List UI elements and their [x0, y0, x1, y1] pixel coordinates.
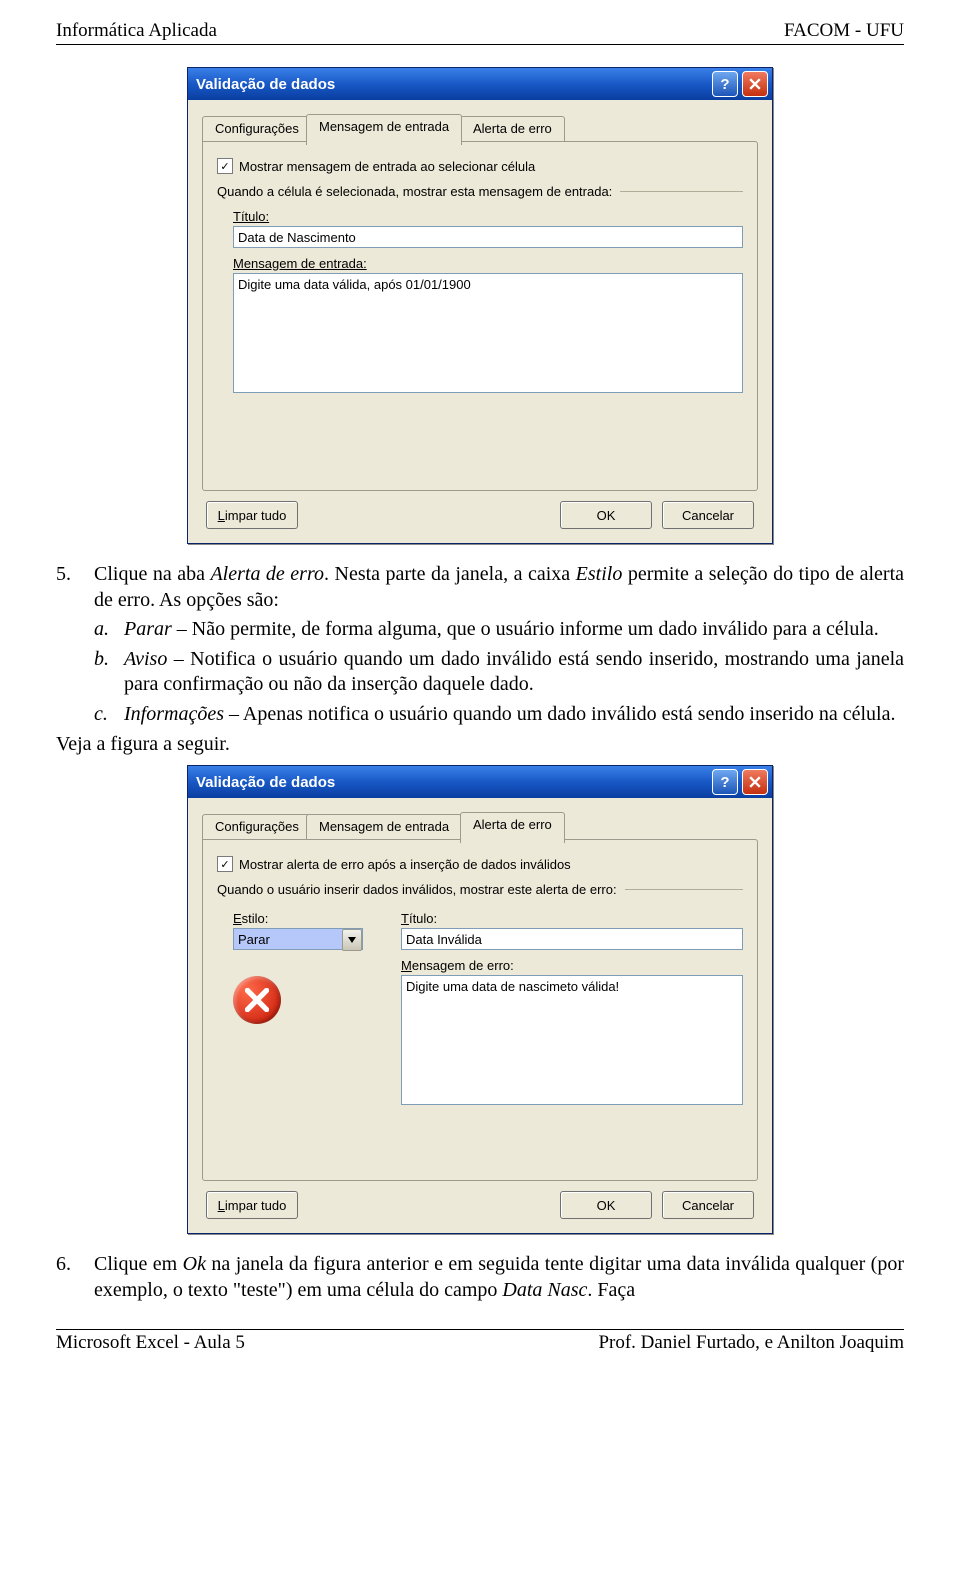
group-label: Quando a célula é selecionada, mostrar e…: [217, 184, 612, 199]
stop-error-icon: [233, 976, 281, 1024]
page-footer: Microsoft Excel - Aula 5 Prof. Daniel Fu…: [56, 1329, 904, 1356]
help-icon[interactable]: ?: [712, 769, 738, 795]
error-message-textarea[interactable]: [401, 975, 743, 1105]
title-label: Título:: [233, 209, 269, 224]
error-message-label: M: [401, 958, 412, 973]
footer-left: Microsoft Excel - Aula 5: [56, 1332, 245, 1354]
dialog-title: Validação de dados: [196, 76, 335, 93]
tabs: Configurações Mensagem de entrada Alerta…: [202, 812, 758, 840]
help-icon[interactable]: ?: [712, 71, 738, 97]
footer-right: Prof. Daniel Furtado, e Anilton Joaquim: [598, 1332, 904, 1354]
cancel-button[interactable]: Cancelar: [662, 1191, 754, 1219]
checkbox-label: Mostrar mensagem de entrada ao seleciona…: [239, 159, 535, 174]
step-number: 5.: [56, 562, 94, 617]
step-6: 6. Clique em Ok na janela da figura ante…: [56, 1252, 904, 1307]
cancel-button[interactable]: Cancelar: [662, 501, 754, 529]
dialog-data-validation-error: Validação de dados ? Configurações Mensa…: [187, 765, 773, 1234]
titlebar[interactable]: Validação de dados ?: [188, 766, 772, 798]
divider: [620, 191, 743, 192]
tabs: Configurações Mensagem de entrada Alerta…: [202, 114, 758, 142]
message-label: Mensagem de entrada:: [233, 256, 367, 271]
page-header: Informática Aplicada FACOM - UFU: [56, 20, 904, 45]
header-right: FACOM - UFU: [784, 20, 904, 42]
show-input-msg-checkbox[interactable]: ✓: [217, 158, 233, 174]
header-left: Informática Aplicada: [56, 20, 217, 42]
tab-panel: ✓ Mostrar mensagem de entrada ao selecio…: [202, 141, 758, 491]
show-error-alert-checkbox[interactable]: ✓: [217, 856, 233, 872]
ok-button[interactable]: OK: [560, 1191, 652, 1219]
checkbox-label: Mostrar alerta de erro após a inserção d…: [239, 857, 571, 872]
close-icon[interactable]: [742, 71, 768, 97]
step-number: 6.: [56, 1252, 94, 1307]
divider: [625, 889, 743, 890]
group-label: Quando o usuário inserir dados inválidos…: [217, 882, 617, 897]
step-5: 5. Clique na aba Alerta de erro. Nesta p…: [56, 562, 904, 757]
title-input[interactable]: [233, 226, 743, 248]
message-textarea[interactable]: [233, 273, 743, 393]
dialog-title: Validação de dados: [196, 774, 335, 791]
ok-button[interactable]: OK: [560, 501, 652, 529]
chevron-down-icon[interactable]: [342, 929, 362, 951]
dialog-data-validation-input: Validação de dados ? Configurações Mensa…: [187, 67, 773, 544]
clear-all-button[interactable]: Limpar tudo: [206, 1191, 298, 1219]
error-title-input[interactable]: [401, 928, 743, 950]
clear-all-button[interactable]: LLimpar tudoimpar tudo: [206, 501, 298, 529]
style-dropdown[interactable]: [233, 928, 363, 950]
tab-error-alert[interactable]: Alerta de erro: [460, 812, 565, 843]
close-icon[interactable]: [742, 769, 768, 795]
tab-panel: ✓ Mostrar alerta de erro após a inserção…: [202, 839, 758, 1181]
tab-input-message[interactable]: Mensagem de entrada: [306, 114, 462, 145]
titlebar[interactable]: Validação de dados ?: [188, 68, 772, 100]
